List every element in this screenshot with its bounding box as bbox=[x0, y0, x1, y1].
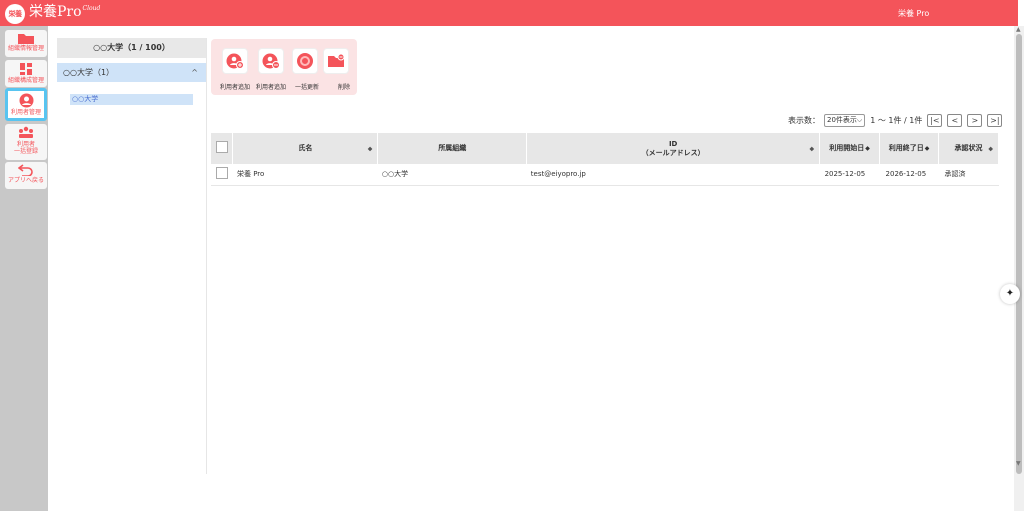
folder-icon bbox=[18, 34, 34, 44]
sidebar-item-label: 組織情報管理 bbox=[7, 45, 44, 52]
page-scrollbar[interactable]: ▲ ▼ bbox=[1014, 26, 1024, 511]
sort-icon[interactable]: ◆ bbox=[865, 145, 870, 152]
sidebar-item-label: 利用者 一括登録 bbox=[13, 141, 38, 155]
per-page-select[interactable]: 20件表示⌵ bbox=[824, 114, 866, 127]
select-all-checkbox[interactable] bbox=[215, 141, 228, 153]
app-logo[interactable]: 栄養 栄養ProCloud bbox=[5, 3, 100, 24]
table-header-row: 氏名 ◆ 所属組織 ID （メールアドレス） ◆ 利用開始日◆ 利用終了日◆ 承認状況… bbox=[211, 133, 999, 164]
toolbar-label: 削除 bbox=[337, 84, 350, 91]
user-table: 氏名 ◆ 所属組織 ID （メールアドレス） ◆ 利用開始日◆ 利用終了日◆ 承認状況… bbox=[211, 133, 999, 186]
scroll-up-icon[interactable]: ▲ bbox=[1016, 26, 1021, 33]
cell-email: test@eiyopro.jp bbox=[526, 164, 820, 186]
sort-icon[interactable]: ◆ bbox=[925, 145, 930, 152]
toolbar-label: 一括更新 bbox=[294, 84, 319, 91]
column-header-end-date[interactable]: 利用終了日◆ bbox=[879, 133, 939, 164]
sidebar-item-label: 組織構成管理 bbox=[7, 77, 44, 84]
first-page-button[interactable]: |< bbox=[927, 114, 943, 127]
add-user-icon bbox=[226, 53, 244, 69]
pagination: 表示数： 20件表示⌵ 1 〜 1件 / 1件 |< < > >| bbox=[788, 113, 1003, 128]
bulk-users-icon bbox=[19, 126, 33, 138]
scroll-down-icon[interactable]: ▼ bbox=[1016, 460, 1021, 467]
column-header-start-date[interactable]: 利用開始日◆ bbox=[819, 133, 881, 164]
last-page-button[interactable]: >| bbox=[987, 114, 1003, 127]
logo-text: 栄養ProCloud bbox=[29, 4, 101, 20]
column-header-status[interactable]: 承認状況 ◆ bbox=[938, 133, 999, 164]
column-header-org: 所属組織 bbox=[377, 133, 528, 164]
action-toolbar: 利用者追加 利用者追加 一括更新 削除 bbox=[211, 39, 357, 95]
logo-badge: 栄養 bbox=[5, 3, 25, 24]
add-users-button[interactable]: 利用者追加 bbox=[255, 48, 287, 93]
sparkle-assistant-icon[interactable]: ✦ bbox=[1000, 284, 1020, 304]
page-range: 1 〜 1件 / 1件 bbox=[870, 116, 923, 125]
sidebar-item-org-info[interactable]: 組織情報管理 bbox=[5, 30, 47, 57]
scrollbar-thumb[interactable] bbox=[1016, 34, 1022, 474]
prev-page-button[interactable]: < bbox=[947, 114, 963, 127]
org-tree-group[interactable]: ○○大学（1） ^ bbox=[57, 63, 206, 82]
chevron-down-icon: ⌵ bbox=[856, 116, 863, 124]
sidebar-item-label: アプリへ戻る bbox=[7, 177, 44, 184]
sidebar-item-bulk-register[interactable]: 利用者 一括登録 bbox=[5, 124, 47, 160]
org-group-label: ○○大学（1） bbox=[63, 68, 115, 77]
next-page-button[interactable]: > bbox=[967, 114, 983, 127]
header-user-name[interactable]: 栄養 Pro bbox=[898, 8, 929, 19]
cell-end-date: 2026-12-05 bbox=[879, 164, 939, 186]
sort-icon[interactable]: ◆ bbox=[988, 144, 993, 153]
org-grid-icon bbox=[20, 63, 32, 75]
refresh-icon bbox=[297, 53, 313, 69]
cell-name: 栄養 Pro bbox=[232, 164, 378, 186]
add-user-button[interactable]: 利用者追加 bbox=[219, 48, 251, 93]
row-checkbox[interactable] bbox=[215, 167, 228, 180]
toolbar-label: 利用者追加 bbox=[219, 84, 251, 91]
select-all-cell bbox=[211, 133, 234, 164]
add-users-icon bbox=[262, 53, 280, 69]
delete-button[interactable]: 削除 bbox=[322, 48, 350, 93]
delete-folder-icon bbox=[328, 53, 345, 67]
cell-status: 承認済 bbox=[938, 164, 999, 186]
sort-icon[interactable]: ◆ bbox=[809, 144, 814, 153]
app-header: 栄養 栄養ProCloud 栄養 Pro bbox=[0, 0, 1018, 26]
sidebar-item-back-to-app[interactable]: アプリへ戻る bbox=[5, 162, 47, 189]
sort-icon[interactable]: ◆ bbox=[368, 144, 373, 153]
column-header-id[interactable]: ID （メールアドレス） ◆ bbox=[526, 133, 821, 164]
table-row[interactable]: 栄養 Pro ○○大学 test@eiyopro.jp 2025-12-05 2… bbox=[211, 164, 999, 186]
cell-start-date: 2025-12-05 bbox=[819, 164, 880, 186]
org-tree-title: ○○大学（1 / 100） bbox=[57, 38, 206, 58]
return-arrow-icon bbox=[18, 164, 33, 176]
chevron-up-icon[interactable]: ^ bbox=[191, 63, 198, 82]
sidebar-item-org-structure[interactable]: 組織構成管理 bbox=[5, 60, 47, 87]
row-select-cell bbox=[211, 164, 233, 186]
org-tree-panel: ○○大学（1 / 100） ○○大学（1） ^ ○○大学 bbox=[57, 38, 207, 474]
sidebar-item-label: 利用者管理 bbox=[10, 109, 41, 116]
cell-org: ○○大学 bbox=[377, 164, 527, 186]
per-page-label: 表示数： bbox=[788, 116, 820, 125]
column-header-name[interactable]: 氏名 ◆ bbox=[232, 133, 379, 164]
org-tree-item[interactable]: ○○大学 bbox=[70, 94, 193, 105]
user-circle-icon bbox=[19, 93, 33, 108]
bulk-update-button[interactable]: 一括更新 bbox=[291, 48, 319, 93]
sidebar: 組織情報管理 組織構成管理 利用者管理 利用者 一括登録 アプリへ戻る bbox=[0, 26, 48, 511]
sidebar-item-user-management[interactable]: 利用者管理 bbox=[5, 88, 47, 121]
toolbar-label: 利用者追加 bbox=[255, 84, 287, 91]
